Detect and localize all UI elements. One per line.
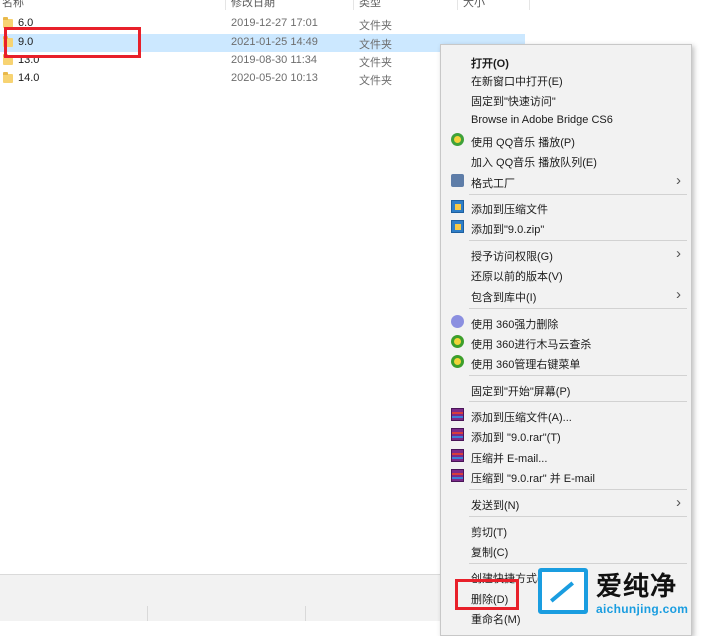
menu-item-label: 添加到压缩文件(A)... — [471, 412, 572, 424]
chevron-right-icon: › — [676, 172, 681, 189]
aichunjing-logo-icon — [538, 568, 588, 614]
menu-item-label: 剪切(T) — [471, 527, 508, 539]
file-date: 2020-05-20 10:13 — [231, 72, 318, 84]
zip-icon — [451, 220, 464, 233]
watermark-url: aichunjing.com — [596, 602, 689, 616]
menu-item-rar-compress-email[interactable]: 压缩并 E-mail... — [441, 446, 691, 466]
menu-item-label: 使用 360强力删除 — [471, 319, 559, 331]
menu-separator — [469, 516, 687, 517]
header-name[interactable]: 名称 — [2, 0, 24, 10]
360-icon — [451, 355, 464, 368]
menu-item-label: 固定到"开始"屏幕(P) — [471, 386, 571, 398]
360-icon — [451, 335, 464, 348]
menu-item-copy[interactable]: 复制(C) — [441, 540, 691, 560]
winrar-icon — [451, 469, 464, 482]
menu-item-add-to-zip[interactable]: 添加到压缩文件 — [441, 197, 691, 217]
column-divider[interactable] — [225, 0, 226, 10]
column-divider[interactable] — [529, 0, 530, 10]
menu-item-adobe-bridge[interactable]: Browse in Adobe Bridge CS6 — [441, 110, 691, 130]
highlight-box-folder — [4, 27, 141, 58]
menu-item-restore-versions[interactable]: 还原以前的版本(V) — [441, 264, 691, 284]
menu-item-label: 压缩并 E-mail... — [471, 453, 548, 465]
menu-item-label: 添加到"9.0.zip" — [471, 224, 545, 236]
column-divider[interactable] — [353, 0, 354, 10]
menu-item-label: Browse in Adobe Bridge CS6 — [471, 114, 613, 126]
menu-item-label: 复制(C) — [471, 547, 509, 559]
winrar-icon — [451, 428, 464, 441]
file-type: 文件夹 — [359, 20, 392, 32]
menu-item-label: 重命名(M) — [471, 614, 521, 626]
winrar-icon — [451, 408, 464, 421]
menu-item-include-in-library[interactable]: 包含到库中(I) › — [441, 285, 691, 305]
explorer-bottom-pane — [0, 574, 470, 621]
menu-item-label: 加入 QQ音乐 播放队列(E) — [471, 157, 597, 169]
menu-item-pin-quick-access[interactable]: 固定到"快速访问" — [441, 89, 691, 109]
menu-item-label: 添加到压缩文件 — [471, 204, 548, 216]
menu-item-360-manage-menu[interactable]: 使用 360管理右键菜单 — [441, 352, 691, 372]
menu-item-open-new-window[interactable]: 在新窗口中打开(E) — [441, 69, 691, 89]
menu-item-label: 使用 360进行木马云查杀 — [471, 339, 592, 351]
menu-item-label: 发送到(N) — [471, 500, 520, 512]
menu-item-label: 包含到库中(I) — [471, 292, 537, 304]
menu-item-rar-compress-9-email[interactable]: 压缩到 "9.0.rar" 并 E-mail — [441, 466, 691, 486]
menu-item-grant-access[interactable]: 授予访问权限(G) › — [441, 244, 691, 264]
menu-item-label: 压缩到 "9.0.rar" 并 E-mail — [471, 473, 595, 485]
watermark-title: 爱纯净 — [596, 571, 678, 601]
chevron-right-icon: › — [676, 286, 681, 303]
divider — [147, 606, 148, 621]
divider — [305, 606, 306, 621]
zip-icon — [451, 200, 464, 213]
watermark: 爱纯净 aichunjing.com — [530, 562, 724, 621]
file-type: 文件夹 — [359, 75, 392, 87]
divider — [0, 574, 470, 575]
header-size[interactable]: 大小 — [463, 0, 485, 10]
360-delete-icon — [451, 315, 464, 328]
menu-item-label: 还原以前的版本(V) — [471, 271, 563, 283]
menu-item-360-trojan-scan[interactable]: 使用 360进行木马云查杀 — [441, 332, 691, 352]
header-type[interactable]: 类型 — [359, 0, 381, 10]
file-type: 文件夹 — [359, 57, 392, 69]
winrar-icon — [451, 449, 464, 462]
menu-item-format-factory[interactable]: 格式工厂 › — [441, 171, 691, 191]
format-factory-icon — [451, 174, 464, 187]
file-type: 文件夹 — [359, 39, 392, 51]
menu-separator — [469, 401, 687, 402]
menu-item-qq-music-queue[interactable]: 加入 QQ音乐 播放队列(E) — [441, 150, 691, 170]
menu-item-label: 在新窗口中打开(E) — [471, 76, 563, 88]
menu-item-label: 固定到"快速访问" — [471, 96, 556, 108]
menu-separator — [469, 194, 687, 195]
menu-separator — [469, 240, 687, 241]
menu-item-label: 添加到 "9.0.rar"(T) — [471, 432, 561, 444]
highlight-box-delete — [455, 579, 519, 610]
menu-separator — [469, 375, 687, 376]
qq-music-icon — [451, 133, 464, 146]
column-divider[interactable] — [457, 0, 458, 10]
header-date[interactable]: 修改日期 — [231, 0, 275, 10]
menu-item-add-to-9-zip[interactable]: 添加到"9.0.zip" — [441, 217, 691, 237]
menu-item-360-force-delete[interactable]: 使用 360强力删除 — [441, 312, 691, 332]
menu-item-open[interactable]: 打开(O) — [441, 51, 691, 71]
menu-separator — [469, 308, 687, 309]
menu-separator — [469, 489, 687, 490]
menu-item-rar-add-9-rar[interactable]: 添加到 "9.0.rar"(T) — [441, 425, 691, 445]
menu-item-label: 使用 360管理右键菜单 — [471, 359, 581, 371]
file-date: 2021-01-25 14:49 — [231, 36, 318, 48]
folder-icon — [3, 72, 13, 83]
chevron-right-icon: › — [676, 245, 681, 262]
menu-item-qq-music-play[interactable]: 使用 QQ音乐 播放(P) — [441, 130, 691, 150]
menu-item-rar-add-archive[interactable]: 添加到压缩文件(A)... — [441, 405, 691, 425]
column-header: 名称 修改日期 类型 大小 — [0, 0, 530, 10]
menu-item-cut[interactable]: 剪切(T) — [441, 520, 691, 540]
file-name: 14.0 — [18, 72, 40, 84]
context-menu: 打开(O) 在新窗口中打开(E) 固定到"快速访问" Browse in Ado… — [440, 44, 692, 636]
menu-item-label: 格式工厂 — [471, 178, 515, 190]
menu-item-label: 授予访问权限(G) — [471, 251, 553, 263]
file-date: 2019-12-27 17:01 — [231, 17, 318, 29]
menu-item-pin-start[interactable]: 固定到"开始"屏幕(P) — [441, 379, 691, 399]
file-date: 2019-08-30 11:34 — [231, 54, 318, 66]
chevron-right-icon: › — [676, 494, 681, 511]
menu-item-label: 使用 QQ音乐 播放(P) — [471, 137, 575, 149]
menu-item-send-to[interactable]: 发送到(N) › — [441, 493, 691, 513]
